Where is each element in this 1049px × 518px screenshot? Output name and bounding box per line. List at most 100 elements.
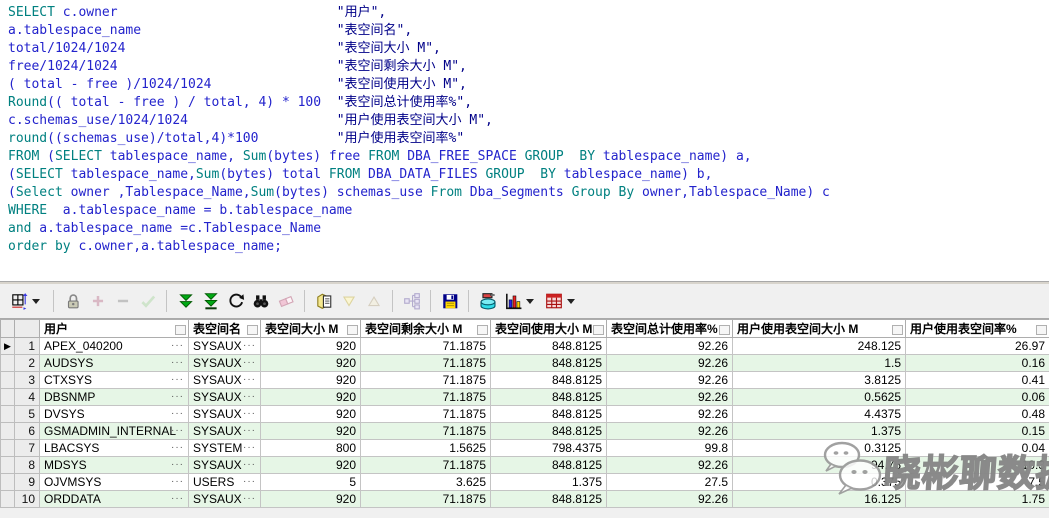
cell-value[interactable]: 16.125 xyxy=(733,491,906,508)
find-button[interactable] xyxy=(248,289,273,314)
grid-options-dropdown-arrow-icon[interactable] xyxy=(32,299,40,308)
cell-value[interactable]: 800 xyxy=(261,440,361,457)
column-sort-box[interactable] xyxy=(1036,325,1047,335)
cell-ellipsis-button[interactable]: ··· xyxy=(243,474,256,490)
cell-value[interactable]: 1.375 xyxy=(733,423,906,440)
cell-value[interactable]: 0.375 xyxy=(733,474,906,491)
save-results-button[interactable] xyxy=(437,289,462,314)
cell-value[interactable]: 920 xyxy=(261,372,361,389)
cell-value[interactable]: 848.8125 xyxy=(491,355,607,372)
column-sort-box[interactable] xyxy=(593,325,604,335)
cell-value[interactable]: 92.26 xyxy=(607,372,733,389)
cell-tablespace[interactable]: ···USERS xyxy=(189,474,261,491)
cell-value[interactable]: 4.4375 xyxy=(733,406,906,423)
cell-tablespace[interactable]: ···SYSAUX xyxy=(189,338,261,355)
row-number-cell[interactable]: 9 xyxy=(15,474,40,491)
cell-tablespace[interactable]: ···SYSAUX xyxy=(189,406,261,423)
row-number-cell[interactable]: 7 xyxy=(15,440,40,457)
cell-value[interactable]: 920 xyxy=(261,423,361,440)
column-header-2[interactable]: 表空间名 xyxy=(189,320,261,338)
cell-value[interactable]: 94.75 xyxy=(733,457,906,474)
row-number-cell[interactable]: 10 xyxy=(15,491,40,508)
cell-value[interactable]: 920 xyxy=(261,389,361,406)
cell-ellipsis-button[interactable]: ··· xyxy=(171,474,184,490)
cell-ellipsis-button[interactable]: ··· xyxy=(171,440,184,456)
fetch-next-page-button[interactable] xyxy=(173,289,198,314)
grid-options-button[interactable] xyxy=(6,289,31,314)
row-number-cell[interactable]: 4 xyxy=(15,389,40,406)
cell-user[interactable]: ···CTXSYS xyxy=(40,372,189,389)
cell-value[interactable]: 920 xyxy=(261,491,361,508)
cell-value[interactable]: 71.1875 xyxy=(361,389,491,406)
data-grid-button[interactable] xyxy=(541,289,566,314)
cell-value[interactable]: 848.8125 xyxy=(491,389,607,406)
cell-value[interactable]: 0.5625 xyxy=(733,389,906,406)
cell-user[interactable]: ···APEX_040200 xyxy=(40,338,189,355)
cell-value[interactable]: 71.1875 xyxy=(361,423,491,440)
cell-value[interactable]: 5 xyxy=(261,474,361,491)
cell-ellipsis-button[interactable]: ··· xyxy=(171,406,184,422)
cell-value[interactable]: 92.26 xyxy=(607,355,733,372)
cell-tablespace[interactable]: ···SYSAUX xyxy=(189,389,261,406)
cell-value[interactable]: 92.26 xyxy=(607,338,733,355)
cell-value[interactable]: 26.97 xyxy=(906,338,1049,355)
column-sort-box[interactable] xyxy=(175,325,186,335)
cell-value[interactable]: 3.8125 xyxy=(733,372,906,389)
fetch-all-button[interactable] xyxy=(198,289,223,314)
cell-user[interactable]: ···ORDDATA xyxy=(40,491,189,508)
cell-value[interactable]: 92.26 xyxy=(607,491,733,508)
cell-value[interactable]: 1.75 xyxy=(906,491,1049,508)
cell-value[interactable]: 0.48 xyxy=(906,406,1049,423)
cell-value[interactable]: 848.8125 xyxy=(491,491,607,508)
cell-value[interactable]: 71.1875 xyxy=(361,338,491,355)
sql-query-text[interactable]: SELECT c.owner "用户",a.tablespace_name "表… xyxy=(0,0,1049,256)
cell-value[interactable]: 798.4375 xyxy=(491,440,607,457)
cell-value[interactable]: 71.1875 xyxy=(361,491,491,508)
cell-value[interactable]: 920 xyxy=(261,406,361,423)
cell-value[interactable]: 71.1875 xyxy=(361,406,491,423)
cell-value[interactable]: 10.3 xyxy=(906,457,1049,474)
cell-user[interactable]: ···OJVMSYS xyxy=(40,474,189,491)
sql-editor[interactable]: SELECT c.owner "用户",a.tablespace_name "表… xyxy=(0,0,1049,281)
cell-value[interactable]: 1.5625 xyxy=(361,440,491,457)
cell-ellipsis-button[interactable]: ··· xyxy=(243,457,256,473)
cell-tablespace[interactable]: ···SYSTEM xyxy=(189,440,261,457)
column-header-1[interactable]: 用户 xyxy=(40,320,189,338)
column-sort-box[interactable] xyxy=(247,325,258,335)
cell-ellipsis-button[interactable]: ··· xyxy=(171,372,184,388)
cell-value[interactable]: 0.06 xyxy=(906,389,1049,406)
cell-ellipsis-button[interactable]: ··· xyxy=(243,355,256,371)
cell-ellipsis-button[interactable]: ··· xyxy=(243,423,256,439)
cell-ellipsis-button[interactable]: ··· xyxy=(243,338,256,354)
cell-value[interactable]: 92.26 xyxy=(607,423,733,440)
refresh-button[interactable] xyxy=(223,289,248,314)
column-sort-box[interactable] xyxy=(719,325,730,335)
cell-ellipsis-button[interactable]: ··· xyxy=(243,440,256,456)
column-header-6[interactable]: 表空间总计使用率% xyxy=(607,320,733,338)
cell-tablespace[interactable]: ···SYSAUX xyxy=(189,457,261,474)
data-grid-dropdown-arrow-icon[interactable] xyxy=(567,299,575,308)
cell-value[interactable]: 848.8125 xyxy=(491,406,607,423)
cell-ellipsis-button[interactable]: ··· xyxy=(243,372,256,388)
column-header-3[interactable]: 表空间大小 M xyxy=(261,320,361,338)
cell-value[interactable]: 920 xyxy=(261,457,361,474)
cell-user[interactable]: ···LBACSYS xyxy=(40,440,189,457)
cell-value[interactable]: 848.8125 xyxy=(491,372,607,389)
row-number-cell[interactable]: 1 xyxy=(15,338,40,355)
cell-value[interactable]: 1.5 xyxy=(733,355,906,372)
copy-records-button[interactable] xyxy=(311,289,336,314)
cell-value[interactable]: 92.26 xyxy=(607,457,733,474)
cell-value[interactable]: 27.5 xyxy=(607,474,733,491)
cell-value[interactable]: 1.375 xyxy=(491,474,607,491)
row-number-cell[interactable]: 8 xyxy=(15,457,40,474)
column-sort-box[interactable] xyxy=(892,325,903,335)
cell-user[interactable]: ···GSMADMIN_INTERNAL xyxy=(40,423,189,440)
cell-value[interactable]: 92.26 xyxy=(607,406,733,423)
row-number-cell[interactable]: 6 xyxy=(15,423,40,440)
export-data-button[interactable] xyxy=(475,289,500,314)
cell-value[interactable]: 71.1875 xyxy=(361,372,491,389)
row-number-cell[interactable]: 3 xyxy=(15,372,40,389)
cell-value[interactable]: 848.8125 xyxy=(491,423,607,440)
cell-value[interactable]: 920 xyxy=(261,338,361,355)
row-number-cell[interactable]: 5 xyxy=(15,406,40,423)
